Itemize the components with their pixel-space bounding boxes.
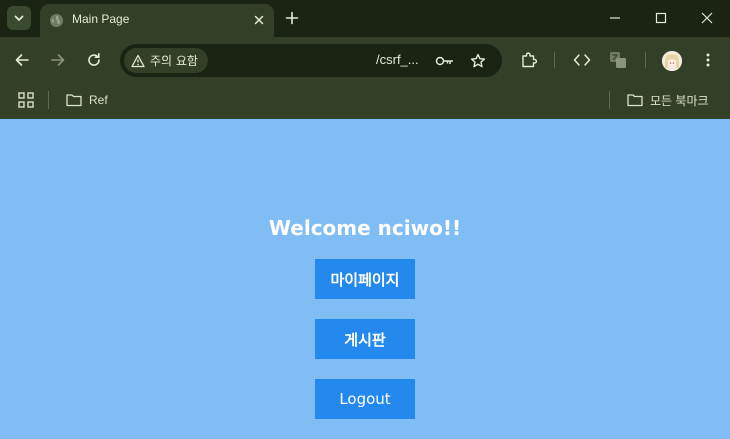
all-bookmarks-button[interactable]: 모든 북마크 <box>627 89 709 111</box>
active-tab[interactable]: Main Page <box>40 4 274 37</box>
url-text: /csrf_... <box>376 52 419 67</box>
new-tab-button[interactable] <box>282 8 302 28</box>
all-bookmarks-label: 모든 북마크 <box>650 93 709 108</box>
extensions-button[interactable] <box>517 48 541 72</box>
close-window-button[interactable] <box>684 0 730 36</box>
security-chip[interactable]: 주의 요함 <box>124 48 208 73</box>
bookmarks-separator <box>48 91 49 109</box>
close-window-icon <box>701 12 713 24</box>
tab-strip: Main Page <box>0 0 730 37</box>
menu-button[interactable] <box>696 48 720 72</box>
password-key-button[interactable] <box>434 50 456 72</box>
bookmark-folder-ref[interactable]: Ref <box>66 89 108 111</box>
welcome-heading: Welcome nciwo!! <box>268 216 462 240</box>
plus-icon <box>285 11 299 25</box>
close-tab-button[interactable] <box>250 11 268 29</box>
back-arrow-icon <box>15 54 29 66</box>
bookmarks-bar: Ref 모든 북마크 <box>0 83 730 119</box>
globe-icon <box>49 13 64 28</box>
extensions-icon <box>522 52 538 68</box>
back-button[interactable] <box>10 48 34 72</box>
apps-grid-icon[interactable] <box>17 91 35 109</box>
key-icon <box>435 56 453 66</box>
address-bar[interactable]: 주의 요함 /csrf_... <box>120 44 502 77</box>
logout-button[interactable]: Logout <box>315 379 415 419</box>
close-icon <box>254 15 264 25</box>
folder-icon <box>66 94 82 107</box>
star-icon <box>470 53 486 68</box>
minimize-button[interactable] <box>592 0 638 36</box>
reload-icon <box>88 53 100 66</box>
toolbar-separator <box>645 52 646 68</box>
devtools-button[interactable] <box>570 48 594 72</box>
translate-icon <box>610 52 626 68</box>
translate-button[interactable] <box>606 48 630 72</box>
mypage-button[interactable]: 마이페이지 <box>315 259 415 299</box>
forward-button[interactable] <box>46 48 70 72</box>
security-chip-label: 주의 요함 <box>150 54 198 68</box>
toolbar: 주의 요함 /csrf_... <box>0 37 730 83</box>
code-icon <box>573 54 591 66</box>
bookmark-star-button[interactable] <box>467 50 489 72</box>
more-vert-icon <box>706 53 710 67</box>
board-button[interactable]: 게시판 <box>315 319 415 359</box>
maximize-icon <box>655 12 667 24</box>
folder-icon <box>627 94 643 107</box>
page-content: Welcome nciwo!! 마이페이지 게시판 Logout <box>0 119 730 439</box>
minimize-icon <box>610 17 620 19</box>
avatar[interactable] <box>662 51 682 71</box>
toolbar-separator <box>554 52 555 68</box>
bookmarks-separator <box>609 91 610 109</box>
forward-arrow-icon <box>51 54 65 66</box>
maximize-button[interactable] <box>638 0 684 36</box>
tab-title: Main Page <box>72 12 130 26</box>
reload-button[interactable] <box>82 48 106 72</box>
avatar-image <box>662 51 682 71</box>
bookmark-label: Ref <box>89 93 108 107</box>
tab-search-button[interactable] <box>7 6 31 30</box>
warning-icon <box>131 54 145 67</box>
chevron-down-icon <box>14 15 24 22</box>
